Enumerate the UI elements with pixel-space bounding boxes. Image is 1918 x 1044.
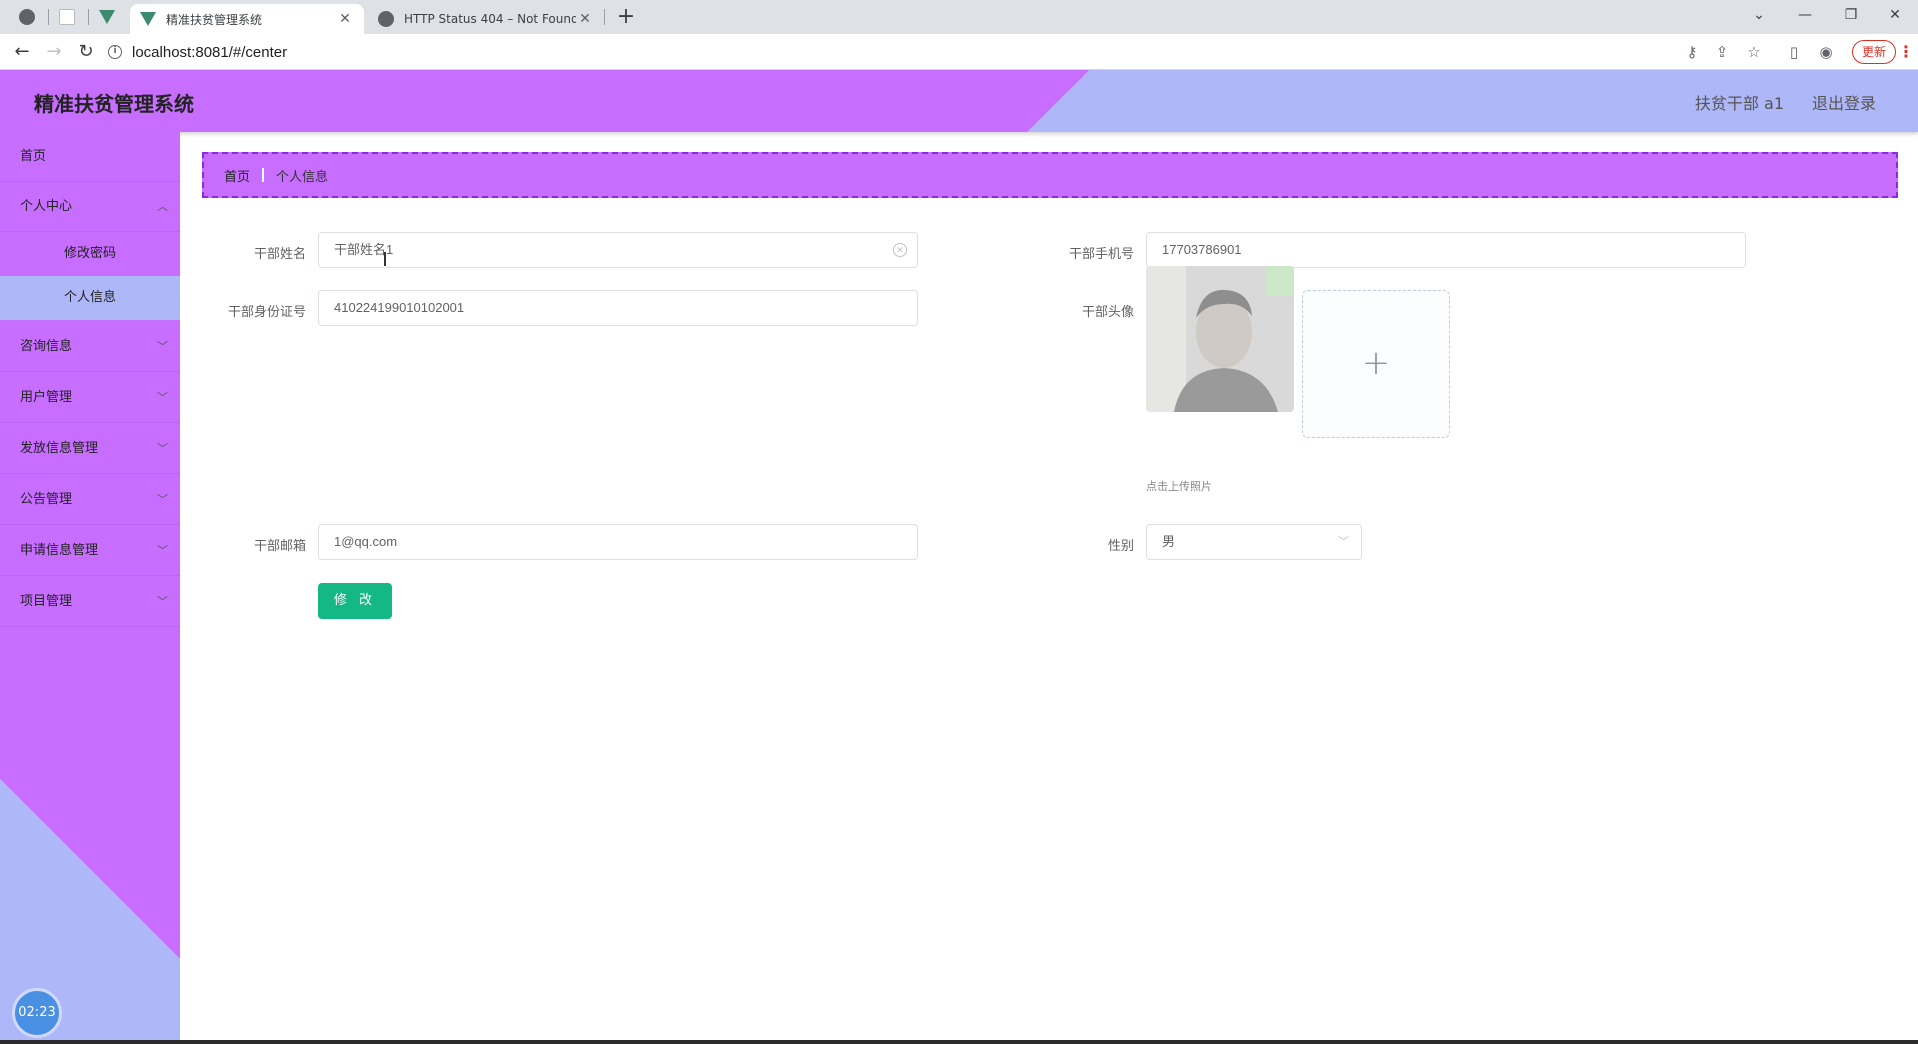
- phone-field[interactable]: 17703786901: [1146, 232, 1746, 268]
- app-title: 精准扶贫管理系统: [34, 92, 194, 116]
- side-panel-icon[interactable]: ▯: [1782, 40, 1806, 64]
- clock-widget[interactable]: 02:23: [12, 988, 62, 1038]
- breadcrumb-separator: [262, 168, 265, 182]
- globe-icon: [19, 9, 35, 25]
- breadcrumb-home[interactable]: 首页: [224, 166, 250, 185]
- reload-icon[interactable]: ↻: [72, 38, 100, 66]
- name-label: 干部姓名: [253, 247, 306, 262]
- restore-button[interactable]: ❐: [1828, 0, 1874, 30]
- sidebar-item-personal-center[interactable]: 个人中心 ︿: [0, 182, 180, 232]
- taskbar-strip: [0, 1040, 1918, 1044]
- breadcrumb-current: 个人信息: [276, 169, 329, 185]
- sidebar-item-announcements[interactable]: 公告管理 ﹀: [0, 475, 180, 525]
- star-icon[interactable]: ☆: [1742, 40, 1766, 64]
- vue-logo-icon: [140, 12, 156, 26]
- address-bar[interactable]: i localhost:8081/#/center: [108, 38, 1678, 66]
- breadcrumb: 首页 个人信息: [202, 152, 1898, 198]
- idcard-label: 干部身份证号: [227, 305, 306, 320]
- forward-arrow-icon[interactable]: →: [40, 38, 68, 66]
- back-arrow-icon[interactable]: ←: [8, 38, 36, 66]
- sidebar-item-home[interactable]: 首页: [0, 132, 180, 182]
- sidebar-item-label: 申请信息管理: [20, 543, 99, 558]
- sidebar-item-applications[interactable]: 申请信息管理 ﹀: [0, 526, 180, 576]
- sidebar: 首页 个人中心 ︿ 修改密码 个人信息 咨询信息 ﹀ 用户管理 ﹀ 发放信息管理…: [0, 132, 180, 1040]
- menu-kebab-icon[interactable]: ⋮: [1898, 40, 1914, 64]
- gender-value: 男: [1162, 534, 1176, 549]
- chevron-down-icon: ﹀: [157, 442, 168, 455]
- tab-title: 精准扶贫管理系统: [166, 12, 263, 27]
- gender-select[interactable]: 男 ﹀: [1146, 524, 1362, 560]
- chevron-up-icon: ︿: [157, 200, 168, 213]
- browser-toolbar: ← → ↻ i localhost:8081/#/center ⚷ ⇪ ☆ ▯ …: [0, 34, 1918, 70]
- sidebar-item-consult[interactable]: 咨询信息 ﹀: [0, 322, 180, 372]
- sidebar-item-label: 用户管理: [20, 390, 73, 405]
- chevron-down-icon: ﹀: [157, 595, 168, 608]
- sidebar-item-label: 发放信息管理: [20, 441, 99, 456]
- tab-search-chevron-icon[interactable]: ⌄: [1736, 0, 1782, 30]
- pinned-tab-doc[interactable]: [50, 4, 84, 30]
- new-tab-button[interactable]: +: [612, 4, 640, 32]
- sidebar-item-label: 项目管理: [20, 594, 73, 609]
- idcard-value: 410224199010102001: [334, 300, 465, 315]
- profile-icon[interactable]: ◉: [1814, 40, 1838, 64]
- vue-logo-icon: [99, 10, 115, 24]
- text-cursor: [384, 252, 386, 266]
- phone-value: 17703786901: [1162, 242, 1242, 257]
- chevron-down-icon: ﹀: [157, 544, 168, 557]
- avatar-upload-box[interactable]: +: [1302, 290, 1450, 438]
- sidebar-subitem-personal-info[interactable]: 个人信息: [0, 276, 180, 320]
- sidebar-subitem-change-password[interactable]: 修改密码: [0, 232, 180, 276]
- document-icon: [59, 9, 75, 25]
- sidebar-item-label: 咨询信息: [20, 339, 73, 354]
- sidebar-item-distribution[interactable]: 发放信息管理 ﹀: [0, 424, 180, 474]
- browser-tab-strip: 精准扶贫管理系统 ✕ HTTP Status 404 – Not Found ✕…: [0, 0, 1918, 34]
- logout-link[interactable]: 退出登录: [1812, 90, 1876, 114]
- sidebar-item-label: 公告管理: [20, 492, 73, 507]
- name-field[interactable]: 干部姓名1 ✕: [318, 232, 918, 268]
- sidebar-item-label: 修改密码: [63, 246, 116, 261]
- tab-separator: [88, 9, 89, 25]
- email-value: 1@qq.com: [334, 534, 398, 549]
- close-icon[interactable]: ✕: [576, 11, 594, 27]
- window-close-button[interactable]: ✕: [1872, 0, 1918, 30]
- chevron-down-icon: ﹀: [1338, 536, 1349, 548]
- plus-icon: +: [1361, 343, 1391, 383]
- gender-label: 性别: [1107, 539, 1134, 554]
- avatar[interactable]: [1146, 266, 1294, 412]
- tab-separator: [48, 9, 49, 25]
- avatar-photo: [1146, 266, 1294, 412]
- sidebar-item-label: 首页: [20, 149, 47, 164]
- sidebar-item-label: 个人信息: [63, 290, 116, 305]
- sidebar-item-projects[interactable]: 项目管理 ﹀: [0, 577, 180, 627]
- close-icon[interactable]: ✕: [336, 11, 354, 27]
- avatar-label: 干部头像: [1081, 305, 1134, 320]
- key-icon[interactable]: ⚷: [1680, 40, 1704, 64]
- phone-label: 干部手机号: [1068, 247, 1134, 262]
- tab-active[interactable]: 精准扶贫管理系统 ✕: [130, 4, 364, 34]
- update-button[interactable]: 更新: [1852, 40, 1896, 64]
- email-label: 干部邮箱: [253, 539, 306, 554]
- info-icon[interactable]: i: [108, 45, 122, 59]
- globe-icon: [378, 11, 394, 27]
- pinned-tab-vue[interactable]: [90, 4, 124, 30]
- chevron-down-icon: ﹀: [157, 340, 168, 353]
- chevron-down-icon: ﹀: [157, 493, 168, 506]
- email-field[interactable]: 1@qq.com: [318, 524, 918, 560]
- current-user: 扶贫干部 a1: [1694, 94, 1784, 113]
- pinned-tab-globe[interactable]: [10, 4, 44, 30]
- tab-404[interactable]: HTTP Status 404 – Not Found ✕: [368, 4, 604, 34]
- minimize-button[interactable]: —: [1782, 0, 1828, 30]
- tab-separator: [604, 9, 605, 25]
- sidebar-item-label: 个人中心: [20, 199, 73, 214]
- idcard-field[interactable]: 410224199010102001: [318, 290, 918, 326]
- clear-icon[interactable]: ✕: [893, 243, 907, 257]
- upload-tip: 点击上传照片: [1146, 480, 1212, 493]
- tab-title: HTTP Status 404 – Not Found: [404, 12, 576, 26]
- share-icon[interactable]: ⇪: [1710, 40, 1734, 64]
- app-header: 精准扶贫管理系统 扶贫干部 a1 退出登录: [0, 70, 1918, 132]
- chevron-down-icon: ﹀: [157, 391, 168, 404]
- url-text[interactable]: localhost:8081/#/center: [132, 44, 287, 61]
- update-submit-button[interactable]: 修 改: [318, 583, 392, 619]
- sidebar-item-users[interactable]: 用户管理 ﹀: [0, 373, 180, 423]
